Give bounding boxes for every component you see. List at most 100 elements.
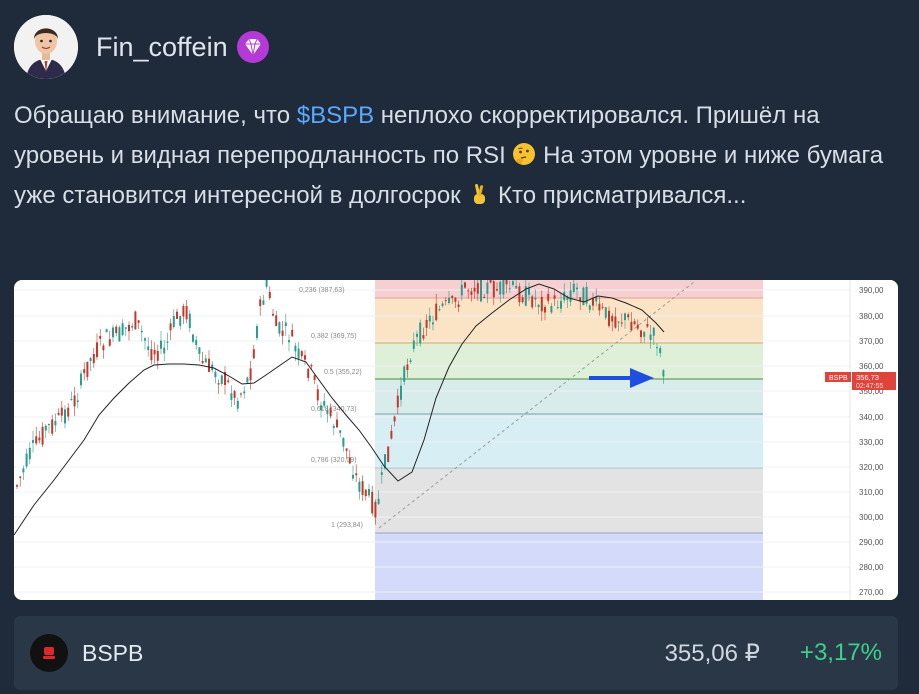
- ticker-tag-label: BSPB: [829, 375, 848, 382]
- candle-body: [649, 334, 652, 340]
- candle-body: [246, 377, 249, 383]
- candle-body: [393, 416, 396, 422]
- y-tick: 360,00: [859, 362, 884, 371]
- candle-body: [460, 284, 463, 296]
- ticker-link[interactable]: $BSPB: [297, 102, 374, 129]
- candle-body: [19, 476, 22, 479]
- candle-body: [83, 369, 86, 374]
- candle-body: [307, 368, 310, 378]
- candle-body: [416, 333, 418, 337]
- candle-body: [496, 289, 498, 291]
- candle-body: [278, 322, 281, 334]
- candle-body: [182, 306, 185, 317]
- candle-body: [150, 349, 153, 361]
- candle-body: [630, 321, 633, 331]
- fib-zone: [375, 343, 763, 379]
- candle-body: [249, 368, 252, 381]
- candle-body: [16, 485, 18, 487]
- candle-body: [140, 330, 143, 333]
- y-tick: 280,00: [859, 563, 884, 572]
- candle-body: [553, 295, 556, 299]
- fib-label: 0.5 (355,22): [324, 369, 362, 376]
- price-tag-time: 02:47:55: [856, 383, 883, 390]
- candle-body: [627, 314, 630, 318]
- candle-body: [160, 340, 162, 349]
- avatar[interactable]: [14, 15, 78, 79]
- candle-body: [179, 315, 182, 326]
- candle-body: [112, 327, 114, 338]
- stock-card[interactable]: BSPB 355,06 ₽ +3,17%: [14, 616, 898, 690]
- candle-body: [540, 296, 543, 312]
- candle-body: [294, 345, 297, 352]
- candle-body: [656, 347, 658, 349]
- candle-body: [192, 334, 194, 342]
- candle-body: [342, 437, 345, 447]
- candle-body: [620, 322, 623, 324]
- post-text: Обращаю внимание, что $BSPB неплохо скор…: [14, 96, 904, 216]
- candle-body: [534, 297, 537, 300]
- candle-body: [227, 380, 230, 383]
- candle-body: [457, 304, 460, 308]
- candle-body: [118, 327, 121, 342]
- candle-body: [336, 419, 338, 428]
- candle-body: [320, 405, 322, 411]
- post-header: Fin_coffein: [14, 14, 269, 80]
- fib-zone: [375, 414, 763, 468]
- candle-body: [371, 491, 374, 514]
- candle-body: [57, 412, 60, 415]
- candle-body: [214, 371, 217, 378]
- candle-body: [438, 309, 441, 311]
- candle-body: [208, 358, 210, 372]
- candle-body: [556, 307, 559, 309]
- candle-body: [662, 370, 665, 377]
- candle-body: [643, 331, 646, 337]
- candle-body: [80, 373, 82, 386]
- candle-body: [230, 393, 233, 400]
- candle-body: [115, 326, 118, 334]
- candle-body: [480, 280, 482, 302]
- chart-image[interactable]: 0,236 (387,63) 0,382 (369,75) 0.5 (355,2…: [14, 280, 898, 600]
- candle-body: [528, 288, 530, 295]
- author-name[interactable]: Fin_coffein: [96, 32, 228, 63]
- fib-label: 0,382 (369,75): [311, 333, 357, 340]
- candle-body: [409, 360, 412, 362]
- candle-body: [284, 322, 287, 327]
- candle-body: [444, 300, 447, 302]
- candle-body: [89, 357, 92, 362]
- candle-body: [35, 436, 38, 444]
- candle-body: [592, 298, 594, 306]
- candle-body: [486, 282, 489, 294]
- candle-body: [60, 407, 63, 416]
- candle-body: [32, 440, 34, 443]
- candle-body: [448, 297, 450, 304]
- candle-body: [48, 424, 50, 426]
- candle-body: [268, 291, 271, 299]
- candle-body: [374, 501, 377, 518]
- candle-body: [70, 399, 73, 401]
- candle-body: [259, 299, 262, 307]
- candle-body: [636, 324, 639, 329]
- candle-body: [44, 425, 47, 431]
- candle-body: [364, 489, 367, 497]
- candle-body: [41, 426, 44, 445]
- candle-body: [572, 283, 575, 292]
- y-tick: 370,00: [859, 337, 884, 346]
- candle-body: [454, 297, 457, 302]
- candle-body: [476, 283, 479, 294]
- candle-body: [403, 366, 406, 382]
- candle-body: [617, 321, 620, 323]
- candle-body: [316, 389, 319, 401]
- candle-body: [598, 303, 601, 311]
- candle-body: [550, 305, 553, 313]
- candle-body: [233, 391, 236, 398]
- candle-body: [147, 346, 150, 350]
- candle-body: [108, 339, 111, 346]
- fib-label: 1 (293,84): [331, 522, 363, 529]
- stock-price: 355,06 ₽: [664, 639, 760, 667]
- y-tick: 320,00: [859, 463, 884, 472]
- candle-body: [508, 288, 511, 290]
- candle-body: [99, 335, 102, 339]
- candle-body: [240, 393, 242, 395]
- candle-body: [419, 322, 422, 344]
- candle-body: [153, 349, 156, 355]
